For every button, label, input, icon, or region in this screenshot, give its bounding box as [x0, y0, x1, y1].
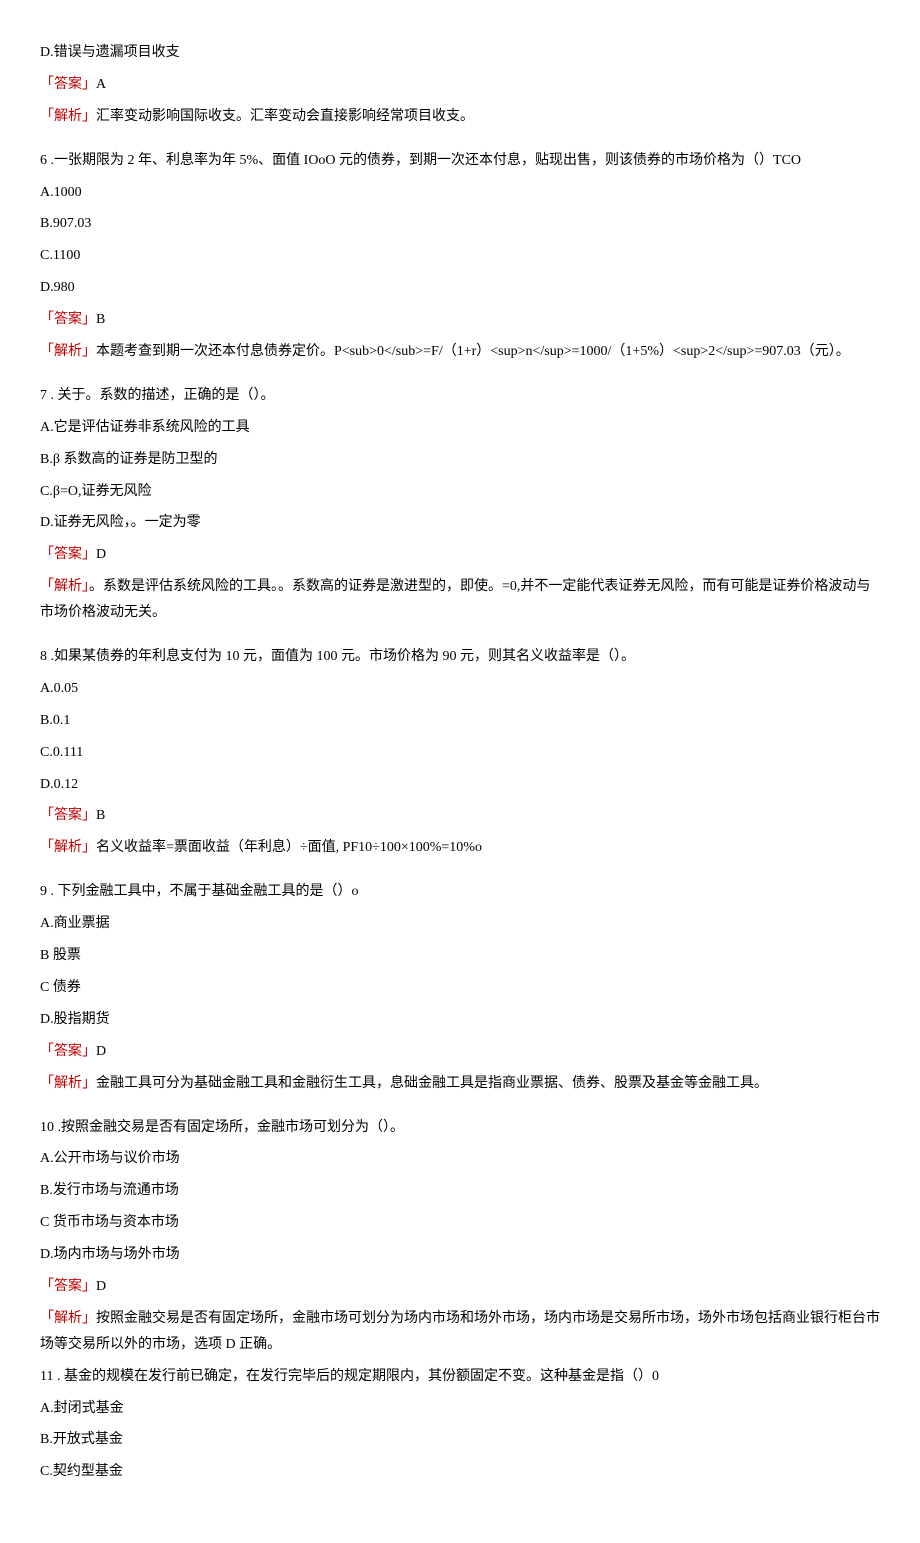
q6-option-a: A.1000 — [40, 180, 880, 206]
q6-explanation: 本题考查到期一次还本付息债券定价。P<sub>0</sub>=F/（1+r）<s… — [96, 344, 850, 359]
explanation-label: 「解析」 — [40, 1311, 96, 1326]
q5-answer-line: 「答案」A — [40, 72, 880, 98]
q11-option-c: C.契约型基金 — [40, 1459, 880, 1485]
q6-option-c: C.1100 — [40, 243, 880, 269]
q10-option-a: A.公开市场与议价市场 — [40, 1146, 880, 1172]
q7-option-c: C.β=O,证券无风险 — [40, 479, 880, 505]
q9-option-b: B 股票 — [40, 943, 880, 969]
q7-explanation: 。系数是评估系统风险的工具。。系数高的证券是激进型的，即使。=0,并不一定能代表… — [40, 579, 870, 620]
q10-explanation-line: 「解析」按照金融交易是否有固定场所，金融市场可划分为场内市场和场外市场，场内市场… — [40, 1306, 880, 1358]
q8-answer: B — [96, 808, 105, 823]
q7-option-d: D.证券无风险，。一定为零 — [40, 510, 880, 536]
q10-option-d: D.场内市场与场外市场 — [40, 1242, 880, 1268]
explanation-label: 「解析」 — [40, 344, 96, 359]
q8-answer-line: 「答案」B — [40, 803, 880, 829]
q9-option-d: D.股指期货 — [40, 1007, 880, 1033]
question-9: 9 . 下列金融工具中，不属于基础金融工具的是（）o A.商业票据 B 股票 C… — [40, 879, 880, 1096]
q9-stem: 9 . 下列金融工具中，不属于基础金融工具的是（）o — [40, 879, 880, 905]
q6-option-b: B.907.03 — [40, 211, 880, 237]
q11-option-b: B.开放式基金 — [40, 1427, 880, 1453]
q9-explanation: 金融工具可分为基础金融工具和金融衍生工具，息础金融工具是指商业票据、债券、股票及… — [96, 1076, 768, 1091]
q7-answer: D — [96, 547, 106, 562]
q5-option-d: D.错误与遗漏项目收支 — [40, 40, 880, 66]
q8-stem: 8 .如果某债券的年利息支付为 10 元，面值为 100 元。市场价格为 90 … — [40, 644, 880, 670]
question-7: 7 . 关于。系数的描述，正确的是（）。 A.它是评估证券非系统风险的工具 B.… — [40, 383, 880, 626]
q10-explanation: 按照金融交易是否有固定场所，金融市场可划分为场内市场和场外市场，场内市场是交易所… — [40, 1311, 880, 1352]
question-6: 6 .一张期限为 2 年、利息率为年 5%、面值 IOoO 元的债券，到期一次还… — [40, 148, 880, 365]
q5-explanation: 汇率变动影响国际收支。汇率变动会直接影响经常项目收支。 — [96, 109, 474, 124]
q6-answer: B — [96, 312, 105, 327]
q9-explanation-line: 「解析」金融工具可分为基础金融工具和金融衍生工具，息础金融工具是指商业票据、债券… — [40, 1071, 880, 1097]
answer-label: 「答案」 — [40, 547, 96, 562]
q5-explanation-line: 「解析」汇率变动影响国际收支。汇率变动会直接影响经常项目收支。 — [40, 104, 880, 130]
q11-stem: 11 . 基金的规模在发行前已确定，在发行完毕后的规定期限内，其份额固定不变。这… — [40, 1364, 880, 1390]
q8-explanation: 名义收益率=票面收益（年利息）÷面值, PF10÷100×100%=10%o — [96, 840, 482, 855]
answer-label: 「答案」 — [40, 808, 96, 823]
explanation-label: 「解析」 — [40, 840, 96, 855]
answer-label: 「答案」 — [40, 312, 96, 327]
q8-explanation-line: 「解析」名义收益率=票面收益（年利息）÷面值, PF10÷100×100%=10… — [40, 835, 880, 861]
q9-answer: D — [96, 1044, 106, 1059]
question-10: 10 .按照金融交易是否有固定场所，金融市场可划分为（）。 A.公开市场与议价市… — [40, 1115, 880, 1358]
q6-explanation-line: 「解析」本题考查到期一次还本付息债券定价。P<sub>0</sub>=F/（1+… — [40, 339, 880, 365]
explanation-label: 「解析」 — [40, 1076, 96, 1091]
answer-label: 「答案」 — [40, 1279, 96, 1294]
q7-explanation-line: 「解析」。系数是评估系统风险的工具。。系数高的证券是激进型的，即使。=0,并不一… — [40, 574, 880, 626]
q7-option-b: B.β 系数高的证券是防卫型的 — [40, 447, 880, 473]
q8-option-b: B.0.1 — [40, 708, 880, 734]
q8-option-a: A.0.05 — [40, 676, 880, 702]
q7-option-a: A.它是评估证券非系统风险的工具 — [40, 415, 880, 441]
question-11: 11 . 基金的规模在发行前已确定，在发行完毕后的规定期限内，其份额固定不变。这… — [40, 1364, 880, 1486]
q9-option-c: C 债券 — [40, 975, 880, 1001]
q10-answer-line: 「答案」D — [40, 1274, 880, 1300]
q8-option-c: C.0.111 — [40, 740, 880, 766]
q9-answer-line: 「答案」D — [40, 1039, 880, 1065]
q6-stem: 6 .一张期限为 2 年、利息率为年 5%、面值 IOoO 元的债券，到期一次还… — [40, 148, 880, 174]
explanation-label: 「解析」 — [40, 109, 96, 124]
q10-answer: D — [96, 1279, 106, 1294]
q10-option-b: B.发行市场与流通市场 — [40, 1178, 880, 1204]
q11-option-a: A.封闭式基金 — [40, 1396, 880, 1422]
question-8: 8 .如果某债券的年利息支付为 10 元，面值为 100 元。市场价格为 90 … — [40, 644, 880, 861]
q6-option-d: D.980 — [40, 275, 880, 301]
explanation-label: 「解析」 — [40, 579, 89, 594]
answer-label: 「答案」 — [40, 77, 96, 92]
q6-answer-line: 「答案」B — [40, 307, 880, 333]
q10-option-c: C 货币市场与资本市场 — [40, 1210, 880, 1236]
answer-label: 「答案」 — [40, 1044, 96, 1059]
q7-stem: 7 . 关于。系数的描述，正确的是（）。 — [40, 383, 880, 409]
q5-answer: A — [96, 77, 106, 92]
q7-answer-line: 「答案」D — [40, 542, 880, 568]
q10-stem: 10 .按照金融交易是否有固定场所，金融市场可划分为（）。 — [40, 1115, 880, 1141]
question-5-tail: D.错误与遗漏项目收支 「答案」A 「解析」汇率变动影响国际收支。汇率变动会直接… — [40, 40, 880, 130]
q8-option-d: D.0.12 — [40, 772, 880, 798]
q9-option-a: A.商业票据 — [40, 911, 880, 937]
